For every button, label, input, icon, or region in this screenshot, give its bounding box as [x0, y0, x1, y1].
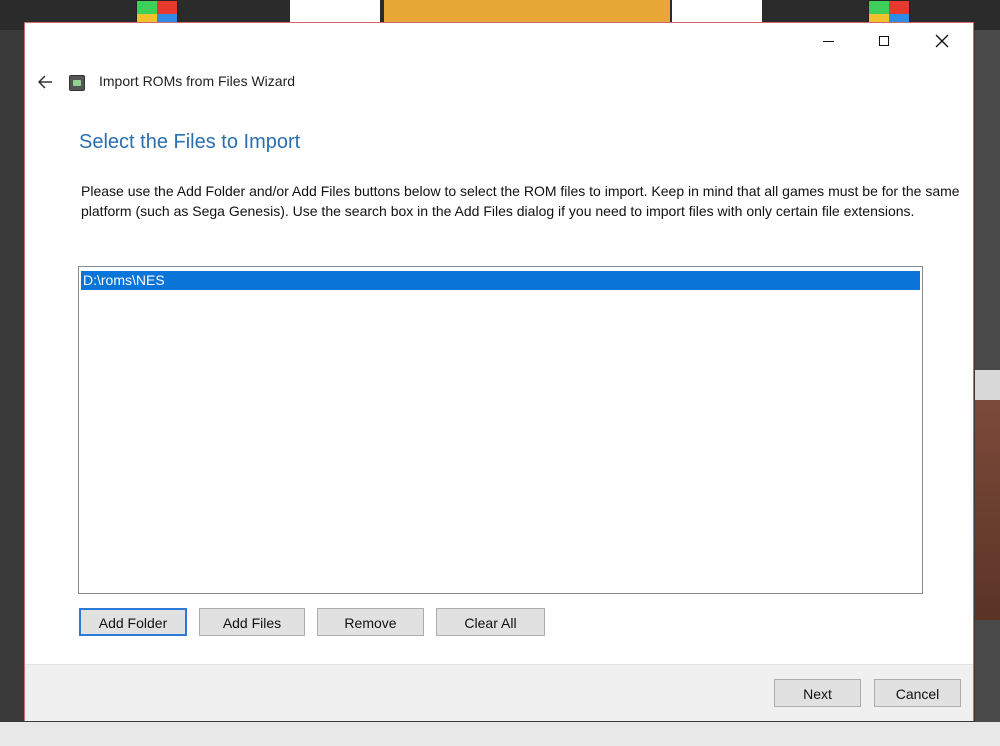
app-icon	[69, 75, 85, 91]
background-brick	[975, 400, 1000, 620]
window-title: Import ROMs from Files Wizard	[99, 73, 296, 89]
close-button[interactable]	[919, 23, 965, 59]
cancel-button[interactable]: Cancel	[874, 679, 961, 707]
background-right-image	[975, 30, 1000, 746]
page-heading: Select the Files to Import	[79, 131, 301, 153]
file-list[interactable]: D:\roms\NES	[78, 266, 923, 594]
back-button[interactable]	[33, 67, 57, 97]
remove-button[interactable]: Remove	[317, 608, 424, 636]
maximize-icon	[879, 36, 889, 46]
list-item[interactable]: D:\roms\NES	[81, 271, 920, 290]
wizard-header: Import ROMs from Files Wizard	[25, 67, 973, 101]
add-files-button[interactable]: Add Files	[199, 608, 305, 636]
add-folder-button[interactable]: Add Folder	[79, 608, 187, 636]
minimize-icon	[822, 40, 834, 42]
close-icon	[935, 34, 949, 48]
instructions-text: Please use the Add Folder and/or Add Fil…	[81, 183, 960, 219]
wizard-footer: Next Cancel	[25, 664, 973, 721]
minimize-button[interactable]	[805, 23, 851, 59]
next-button[interactable]: Next	[774, 679, 861, 707]
back-arrow-icon	[37, 75, 52, 89]
background-bottom	[0, 722, 1000, 746]
import-wizard-window: Import ROMs from Files Wizard Select the…	[24, 22, 974, 721]
maximize-button[interactable]	[861, 23, 907, 59]
clear-all-button[interactable]: Clear All	[436, 608, 545, 636]
title-bar	[25, 23, 973, 59]
